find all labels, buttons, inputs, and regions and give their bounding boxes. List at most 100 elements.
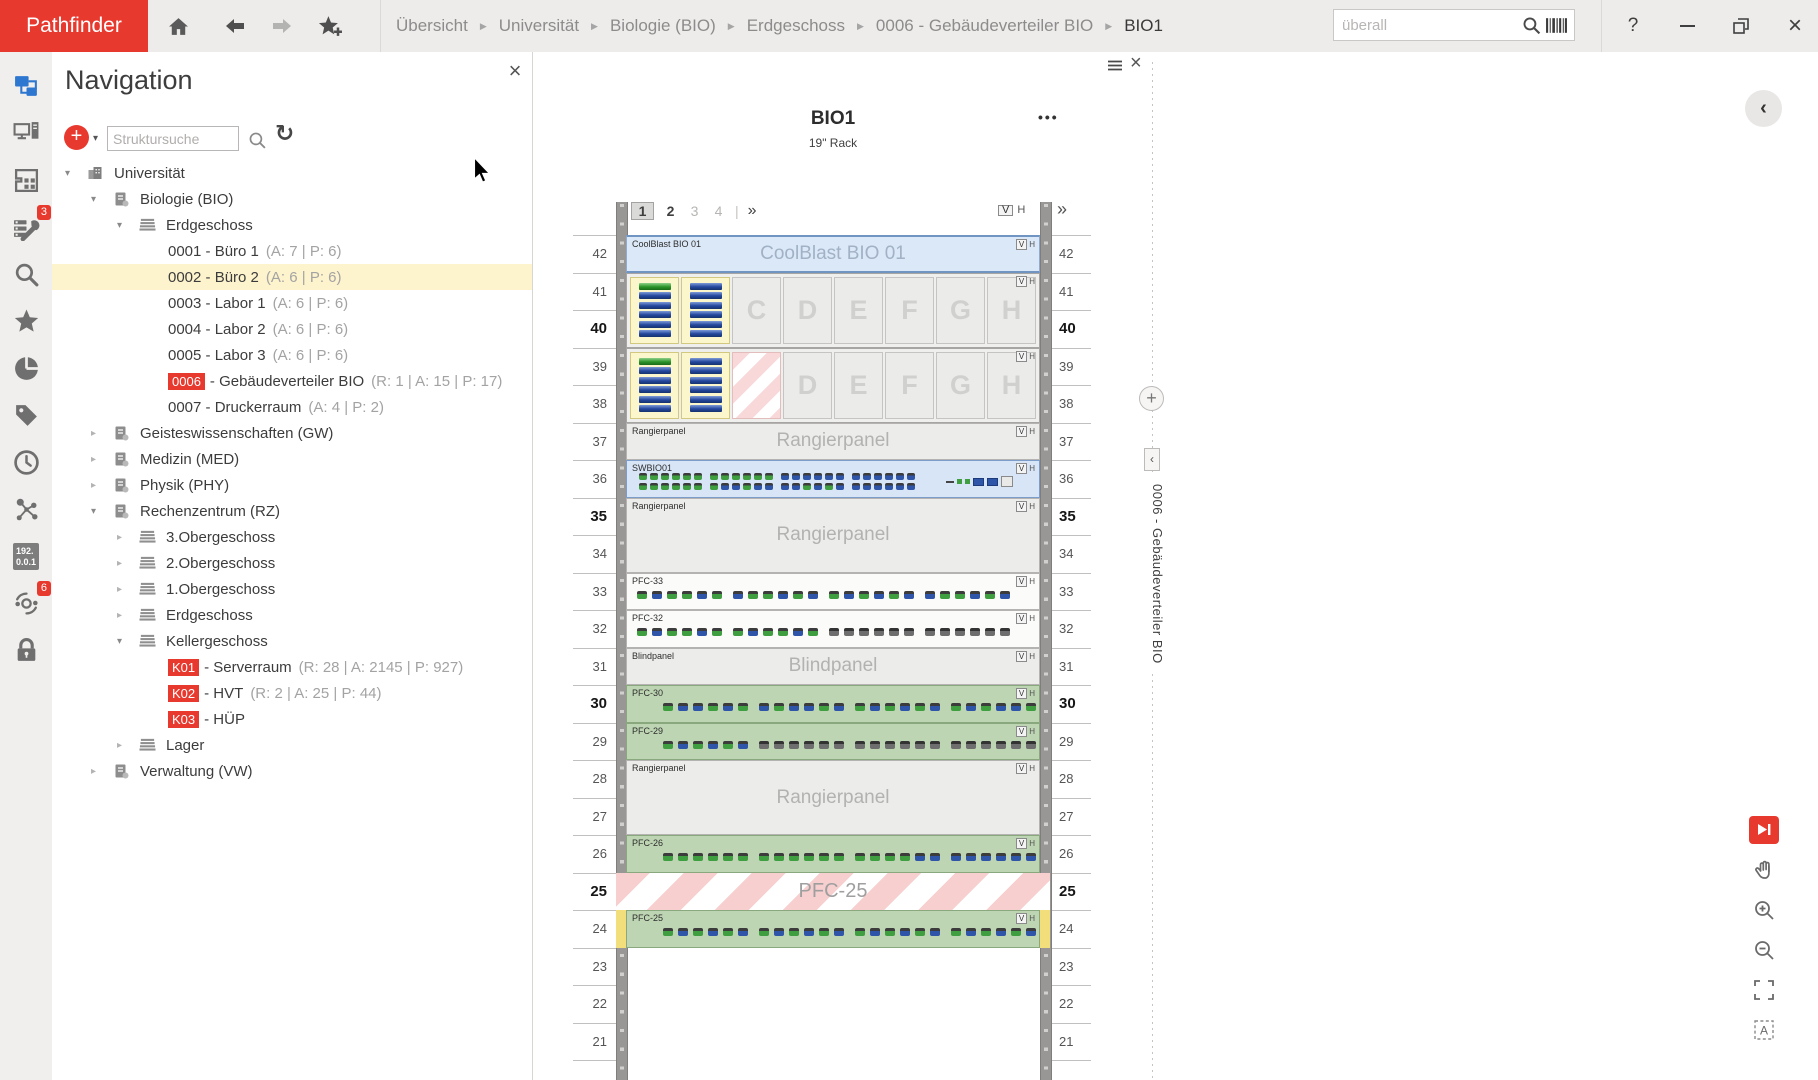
module-slot[interactable]: E: [834, 352, 883, 419]
rack-panel-rangierpanel[interactable]: RangierpanelRangierpanelVH: [626, 423, 1040, 461]
port-icon[interactable]: [852, 483, 860, 490]
port-icon[interactable]: [814, 483, 822, 490]
port-icon[interactable]: [774, 853, 784, 861]
port-icon[interactable]: [844, 591, 854, 599]
port-icon[interactable]: [985, 591, 995, 599]
rack-panel-rangierpanel[interactable]: RangierpanelRangierpanelVH: [626, 498, 1040, 573]
port-icon[interactable]: [1011, 928, 1021, 936]
rail-ip-address-icon[interactable]: 192.0.0.1: [9, 540, 43, 573]
rack-panel-pfc-25[interactable]: PFC-25VH: [626, 910, 1040, 948]
restore-button[interactable]: [1724, 0, 1758, 52]
port-icon[interactable]: [774, 928, 784, 936]
port-icon[interactable]: [829, 628, 839, 636]
collapse-strip-button[interactable]: ‹: [1144, 448, 1160, 471]
port-icon[interactable]: [855, 928, 865, 936]
add-rack-button[interactable]: +: [1139, 386, 1164, 411]
rack-panel-pfc-33[interactable]: PFC-33VH: [626, 573, 1040, 611]
port-icon[interactable]: [915, 741, 925, 749]
tree-expand-arrow-icon[interactable]: ▸: [91, 766, 113, 777]
port-icon[interactable]: [985, 628, 995, 636]
port-icon[interactable]: [896, 473, 904, 480]
room-vertical-label[interactable]: 0006 - Gebäudeverteiler BIO: [1139, 476, 1165, 672]
port-icon[interactable]: [759, 928, 769, 936]
port-icon[interactable]: [855, 853, 865, 861]
panel-view-toggle[interactable]: VH: [1016, 688, 1035, 699]
port-icon[interactable]: [955, 628, 965, 636]
module-slot[interactable]: E: [834, 277, 883, 344]
tree-item[interactable]: 0004 - Labor 2(A: 6 | P: 6): [52, 316, 532, 342]
panel-view-toggle[interactable]: VH: [1016, 463, 1035, 474]
module-slot[interactable]: D: [783, 352, 832, 419]
app-logo[interactable]: Pathfinder: [0, 0, 148, 52]
rail-network-graph-icon[interactable]: [9, 493, 43, 526]
port-icon[interactable]: [900, 928, 910, 936]
port-icon[interactable]: [663, 703, 673, 711]
port-icon[interactable]: [804, 703, 814, 711]
tree-collapse-arrow-icon[interactable]: ▾: [117, 636, 139, 647]
port-icon[interactable]: [981, 853, 991, 861]
port-icon[interactable]: [723, 928, 733, 936]
tree-expand-arrow-icon[interactable]: ▸: [91, 480, 113, 491]
rack-canvas[interactable]: 4242414140403939383837373636353534343333…: [533, 52, 1818, 1080]
port-icon[interactable]: [663, 853, 673, 861]
port-icon[interactable]: [896, 483, 904, 490]
port-icon[interactable]: [738, 928, 748, 936]
port-icon[interactable]: [834, 928, 844, 936]
port-icon[interactable]: [708, 703, 718, 711]
port-icon[interactable]: [915, 928, 925, 936]
port-icon[interactable]: [759, 703, 769, 711]
port-icon[interactable]: [885, 741, 895, 749]
port-icon[interactable]: [732, 483, 740, 490]
port-icon[interactable]: [852, 473, 860, 480]
port-icon[interactable]: [682, 591, 692, 599]
port-icon[interactable]: [694, 483, 702, 490]
port-icon[interactable]: [855, 741, 865, 749]
port-icon[interactable]: [907, 473, 915, 480]
port-icon[interactable]: [793, 628, 803, 636]
port-icon[interactable]: [951, 703, 961, 711]
tree-item[interactable]: ▾Rechenzentrum (RZ): [52, 498, 532, 524]
port-icon[interactable]: [874, 473, 882, 480]
rack-panel-rangierpanel[interactable]: RangierpanelRangierpanelVH: [626, 760, 1040, 835]
port-icon[interactable]: [814, 473, 822, 480]
port-icon[interactable]: [915, 703, 925, 711]
port-icon[interactable]: [829, 591, 839, 599]
port-icon[interactable]: [697, 628, 707, 636]
port-icon[interactable]: [678, 928, 688, 936]
port-icon[interactable]: [885, 853, 895, 861]
port-icon[interactable]: [738, 703, 748, 711]
port-icon[interactable]: [683, 473, 691, 480]
module-slot[interactable]: C: [732, 277, 781, 344]
port-icon[interactable]: [951, 741, 961, 749]
panel-view-toggle[interactable]: VH: [1016, 276, 1035, 287]
port-icon[interactable]: [639, 483, 647, 490]
module-slot[interactable]: D: [783, 277, 832, 344]
port-icon[interactable]: [710, 473, 718, 480]
port-icon[interactable]: [907, 483, 915, 490]
navigation-close-button[interactable]: ×: [502, 58, 528, 84]
port-icon[interactable]: [885, 928, 895, 936]
port-icon[interactable]: [1000, 591, 1010, 599]
port-icon[interactable]: [748, 628, 758, 636]
port-icon[interactable]: [678, 853, 688, 861]
port-icon[interactable]: [889, 628, 899, 636]
port-icon[interactable]: [863, 473, 871, 480]
rack-panel-coolblast-bio-01[interactable]: CoolBlast BIO 01CoolBlast BIO 01VH: [626, 235, 1040, 273]
port-icon[interactable]: [738, 741, 748, 749]
port-icon[interactable]: [951, 853, 961, 861]
port-icon[interactable]: [904, 591, 914, 599]
breadcrumb-item[interactable]: Biologie (BIO): [610, 16, 716, 36]
tree-item[interactable]: 0001 - Büro 1(A: 7 | P: 6): [52, 238, 532, 264]
port-icon[interactable]: [940, 628, 950, 636]
rail-tags-icon[interactable]: [9, 399, 43, 432]
port-icon[interactable]: [710, 483, 718, 490]
tree-item[interactable]: ▾Erdgeschoss: [52, 212, 532, 238]
port-icon[interactable]: [667, 591, 677, 599]
port-icon[interactable]: [915, 853, 925, 861]
panel-view-toggle[interactable]: VH: [1016, 613, 1035, 624]
port-icon[interactable]: [652, 628, 662, 636]
port-icon[interactable]: [981, 703, 991, 711]
rack-panel-unit[interactable]: CDEFGHVH: [626, 273, 1040, 348]
port-icon[interactable]: [825, 483, 833, 490]
rail-pie-chart-icon[interactable]: [9, 352, 43, 385]
